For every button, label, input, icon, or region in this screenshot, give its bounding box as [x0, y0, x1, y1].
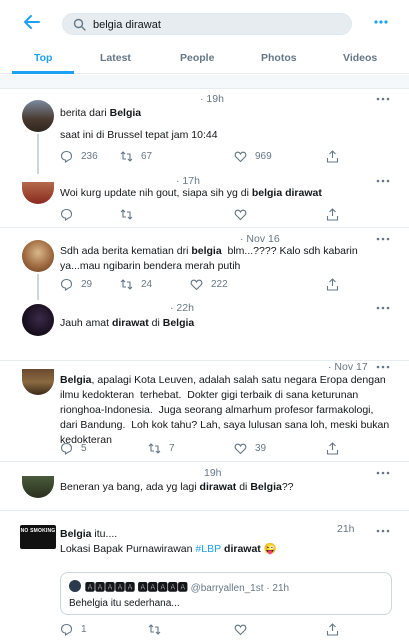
- thread-line: [37, 274, 39, 300]
- tab-top[interactable]: Top: [34, 52, 52, 64]
- retweet-button[interactable]: 67: [120, 149, 152, 163]
- reply-icon: [60, 442, 73, 455]
- avatar[interactable]: [22, 304, 54, 336]
- tweet-actions: 1: [60, 622, 350, 636]
- active-tab-indicator: [12, 71, 74, 74]
- quoted-tweet-header: 🅰🅰🅰🅰🅰 🅰🅰🅰🅰🅰 @barryallen_1st · 21h: [85, 583, 290, 594]
- share-icon: [326, 622, 339, 636]
- tweet-time: · 19h: [200, 93, 224, 105]
- avatar[interactable]: NO SMOKING: [20, 525, 56, 549]
- tab-photos[interactable]: Photos: [261, 52, 297, 64]
- tweet-text: Belgia itu....: [60, 528, 118, 540]
- tweet-more-icon[interactable]: [376, 470, 390, 476]
- reply-button[interactable]: 29: [60, 277, 92, 291]
- share-button[interactable]: [326, 622, 339, 636]
- retweet-button[interactable]: [120, 207, 133, 221]
- heart-icon: [234, 624, 247, 635]
- search-tabs: Top Latest People Photos Videos: [0, 44, 409, 74]
- tweet[interactable]: NO SMOKING 21h Belgia itu.... Lokasi Bap…: [0, 511, 409, 640]
- search-box[interactable]: [62, 13, 352, 35]
- tweet-more-icon[interactable]: [376, 364, 390, 370]
- tweet-text-line: Lokasi Bapak Purnawirawan #LBP dirawat 😜: [60, 543, 277, 555]
- tweet-text: berita dari Belgia: [60, 107, 142, 119]
- tab-latest[interactable]: Latest: [100, 52, 131, 64]
- share-button[interactable]: [326, 277, 339, 291]
- tweet-more-icon[interactable]: [376, 178, 390, 184]
- retweet-button[interactable]: 7: [148, 441, 175, 455]
- tab-people[interactable]: People: [180, 52, 214, 64]
- top-bar: [0, 0, 409, 44]
- avatar: [69, 580, 81, 592]
- share-button[interactable]: [326, 149, 339, 163]
- retweet-icon: [120, 278, 133, 290]
- reply-button[interactable]: [60, 207, 73, 221]
- avatar[interactable]: [22, 182, 54, 204]
- tweet-text: Woi kurg update nih gout, siapa sih yg d…: [60, 187, 322, 199]
- reply-icon: [60, 623, 73, 636]
- avatar[interactable]: [22, 100, 54, 132]
- retweet-icon: [120, 208, 133, 220]
- tweet-text: Sdh ada berita kematian dri belgia blm..…: [60, 245, 361, 272]
- tweet-more-icon[interactable]: [376, 236, 390, 242]
- quoted-tweet-text: Behelgia itu sederhana...: [69, 598, 180, 609]
- tweet-time: · 22h: [170, 302, 194, 314]
- tweet-actions: 236 67 969: [60, 149, 350, 163]
- quoted-tweet[interactable]: 🅰🅰🅰🅰🅰 🅰🅰🅰🅰🅰 @barryallen_1st · 21h Behelg…: [60, 572, 392, 615]
- tweet[interactable]: 19h Beneran ya bang, ada yg lagi dirawat…: [0, 462, 409, 510]
- tweet-text-line: saat ini di Brussel tepat jam 10:44: [60, 129, 218, 141]
- like-button[interactable]: 969: [234, 149, 272, 163]
- tweet-actions: 5 7 39: [60, 441, 350, 455]
- like-button[interactable]: 222: [190, 277, 228, 291]
- tweet-text: Beneran ya bang, ada yg lagi dirawat di …: [60, 481, 294, 493]
- section-gap: [0, 75, 409, 89]
- heart-icon: [234, 443, 247, 454]
- avatar[interactable]: [22, 240, 54, 272]
- heart-icon: [234, 209, 247, 220]
- tweet-text: Belgia, apalagi Kota Leuven, adalah sala…: [60, 374, 393, 446]
- tweet-text: Jauh amat dirawat di Belgia: [60, 317, 195, 329]
- tweet-more-icon[interactable]: [376, 96, 390, 102]
- search-icon: [73, 18, 86, 31]
- avatar[interactable]: [22, 369, 54, 395]
- tweet-time: · Nov 17: [328, 361, 368, 373]
- hashtag-link[interactable]: #LBP: [195, 543, 221, 555]
- reply-button[interactable]: 5: [60, 441, 87, 455]
- share-icon: [326, 149, 339, 163]
- share-button[interactable]: [326, 441, 339, 455]
- reply-icon: [60, 150, 73, 163]
- avatar[interactable]: [22, 476, 54, 498]
- share-icon: [326, 441, 339, 455]
- share-icon: [326, 207, 339, 221]
- like-button[interactable]: [234, 207, 247, 221]
- thread-line: [37, 134, 39, 174]
- retweet-icon: [120, 150, 133, 162]
- reply-icon: [60, 208, 73, 221]
- share-button[interactable]: [326, 207, 339, 221]
- reply-button[interactable]: 1: [60, 622, 87, 636]
- retweet-button[interactable]: [148, 622, 161, 636]
- tweet[interactable]: · Nov 16 Sdh ada berita kematian dri bel…: [0, 228, 409, 300]
- tweet[interactable]: · 17h Woi kurg update nih gout, siapa si…: [0, 172, 409, 227]
- like-button[interactable]: 39: [234, 441, 266, 455]
- tweet-actions: 29 24 222: [60, 277, 350, 291]
- tweet[interactable]: · 22h Jauh amat dirawat di Belgia: [0, 298, 409, 360]
- tweet-time: 19h: [204, 467, 222, 479]
- tweet[interactable]: · Nov 17 Belgia, apalagi Kota Leuven, ad…: [0, 361, 409, 461]
- tweet-actions: [60, 207, 350, 221]
- reply-button[interactable]: 236: [60, 149, 98, 163]
- tweet[interactable]: · 19h berita dari Belgia saat ini di Bru…: [0, 90, 409, 174]
- share-icon: [326, 277, 339, 291]
- more-options-icon[interactable]: [373, 15, 389, 29]
- retweet-icon: [148, 623, 161, 635]
- reply-icon: [60, 278, 73, 291]
- tweet-more-icon[interactable]: [376, 305, 390, 311]
- back-arrow-icon[interactable]: [22, 12, 42, 32]
- retweet-icon: [148, 442, 161, 454]
- search-input[interactable]: [93, 17, 343, 32]
- heart-icon: [234, 151, 247, 162]
- retweet-button[interactable]: 24: [120, 277, 152, 291]
- heart-icon: [190, 279, 203, 290]
- tab-videos[interactable]: Videos: [343, 52, 377, 64]
- like-button[interactable]: [234, 622, 247, 636]
